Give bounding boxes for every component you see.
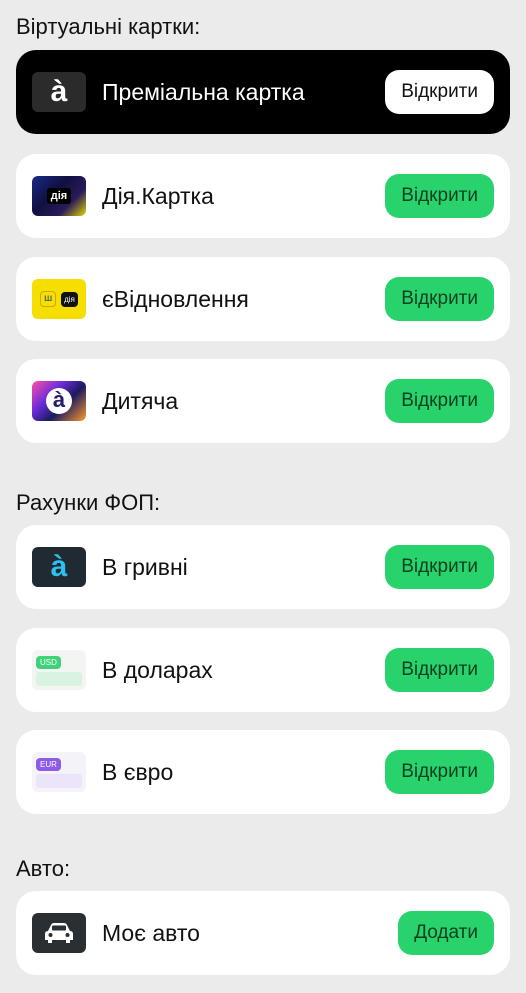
card-label: Моє авто — [102, 920, 200, 946]
open-uah-button[interactable]: Відкрити — [385, 545, 494, 589]
diia-card-thumbnail: дія — [32, 176, 86, 216]
card-premium[interactable]: à Преміальна картка Відкрити — [16, 50, 510, 134]
card-evidnovlennia[interactable]: ш дія єВідновлення Відкрити — [16, 257, 510, 341]
card-fop-usd[interactable]: USD В доларах Відкрити — [16, 628, 510, 712]
section-title-fop: Рахунки ФОП: — [16, 490, 161, 515]
card-diia[interactable]: дія Дія.Картка Відкрити — [16, 154, 510, 238]
card-fop-eur[interactable]: EUR В євро Відкрити — [16, 730, 510, 814]
card-label: В доларах — [102, 657, 213, 683]
open-premium-button[interactable]: Відкрити — [385, 70, 494, 114]
kids-card-thumbnail: à — [32, 381, 86, 421]
open-eur-button[interactable]: Відкрити — [385, 750, 494, 794]
car-icon — [32, 913, 86, 953]
section-title-auto: Авто: — [16, 856, 71, 881]
trident-icon: ш — [40, 291, 57, 307]
section-title-virtual-cards: Віртуальні картки: — [16, 14, 201, 39]
evidnovlennia-card-thumbnail: ш дія — [32, 279, 86, 319]
card-label: Дія.Картка — [102, 183, 214, 209]
usd-account-thumbnail: USD — [32, 650, 86, 690]
card-label: Преміальна картка — [102, 79, 305, 105]
uah-account-thumbnail: à — [32, 547, 86, 587]
card-label: єВідновлення — [102, 286, 249, 312]
card-label: В гривні — [102, 554, 188, 580]
open-kids-button[interactable]: Відкрити — [385, 379, 494, 423]
card-fop-uah[interactable]: à В гривні Відкрити — [16, 525, 510, 609]
card-label: В євро — [102, 759, 174, 785]
open-diia-button[interactable]: Відкрити — [385, 174, 494, 218]
open-evidnovlennia-button[interactable]: Відкрити — [385, 277, 494, 321]
add-car-button[interactable]: Додати — [398, 911, 494, 955]
card-kids[interactable]: à Дитяча Відкрити — [16, 359, 510, 443]
card-label: Дитяча — [102, 388, 179, 414]
card-my-car[interactable]: Моє авто Додати — [16, 891, 510, 975]
open-usd-button[interactable]: Відкрити — [385, 648, 494, 692]
eur-account-thumbnail: EUR — [32, 752, 86, 792]
premium-card-thumbnail: à — [32, 72, 86, 112]
